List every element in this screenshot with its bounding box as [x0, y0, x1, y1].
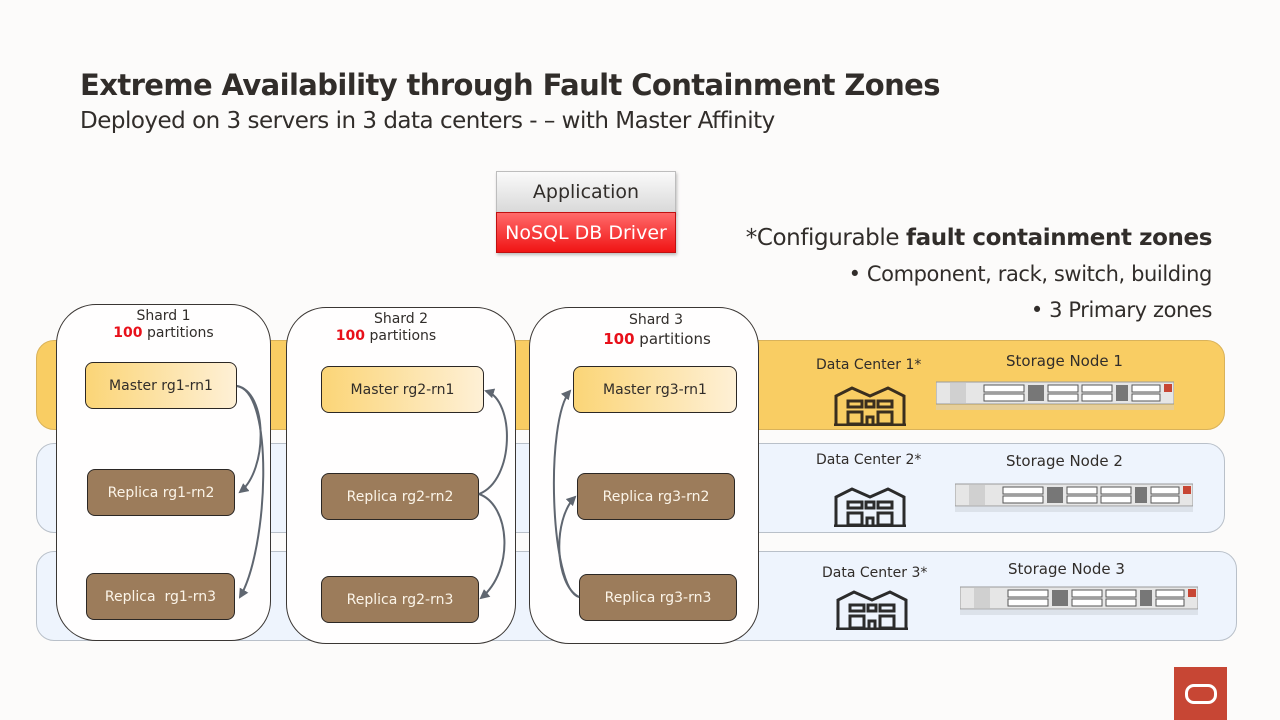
notes-bullet: • Component, rack, switch, building	[848, 262, 1213, 286]
partitions-label: partitions	[142, 325, 214, 341]
partitions-label: partitions	[365, 328, 437, 344]
data-center-building-icon	[834, 386, 906, 426]
notes-headline-bold: fault containment zones	[906, 225, 1212, 251]
slide-title: Extreme Availability through Fault Conta…	[80, 68, 941, 102]
storage-node-3-label: Storage Node 3	[1008, 560, 1125, 578]
shard-title: Shard 2	[373, 311, 429, 327]
data-center-2-label: Data Center 2*	[816, 452, 922, 468]
replica-node-rg2-rn3: Replica rg2-rn3	[321, 576, 479, 623]
data-center-building-icon	[836, 590, 908, 630]
notes-headline-prefix: *Configurable	[745, 225, 907, 251]
master-node-rg1-rn1: Master rg1-rn1	[85, 362, 237, 409]
storage-node-1-label: Storage Node 1	[1006, 352, 1123, 370]
master-node-rg2-rn1: Master rg2-rn1	[321, 366, 484, 413]
shard-partitions: 100 partitions	[556, 330, 758, 348]
replica-node-rg3-rn3: Replica rg3-rn3	[579, 574, 737, 621]
replica-node-rg2-rn2: Replica rg2-rn2	[321, 473, 479, 520]
storage-node-server-icon	[955, 483, 1193, 512]
storage-node-server-icon	[960, 586, 1198, 615]
fault-zone-notes: *Configurable fault containment zones • …	[745, 220, 1213, 328]
partitions-count: 100	[335, 328, 366, 344]
oracle-logo-icon	[1174, 667, 1227, 720]
shard-partitions: 100 partitions	[257, 328, 515, 344]
application-box: Application	[496, 171, 676, 213]
oracle-ring-icon	[1184, 683, 1217, 704]
replica-node-rg1-rn2: Replica rg1-rn2	[87, 469, 235, 516]
partitions-count: 100	[603, 330, 635, 348]
replica-node-rg3-rn2: Replica rg3-rn2	[577, 473, 735, 520]
storage-node-2-label: Storage Node 2	[1006, 452, 1123, 470]
shard-partitions: 100 partitions	[57, 325, 270, 341]
slide-subtitle: Deployed on 3 servers in 3 data centers …	[80, 108, 775, 134]
notes-bullet: • 3 Primary zones	[1030, 298, 1213, 322]
data-center-3-label: Data Center 3*	[822, 565, 928, 581]
partitions-label: partitions	[634, 330, 711, 348]
partitions-count: 100	[113, 325, 143, 341]
notes-headline: *Configurable fault containment zones	[745, 220, 1213, 256]
master-node-rg3-rn1: Master rg3-rn1	[573, 366, 737, 413]
storage-node-server-icon	[936, 381, 1174, 410]
shard-title: Shard 1	[136, 308, 191, 324]
nosql-driver-box: NoSQL DB Driver	[496, 212, 676, 253]
replica-node-rg1-rn3: Replica rg1-rn3	[86, 573, 235, 620]
data-center-building-icon	[834, 487, 906, 527]
data-center-1-label: Data Center 1*	[816, 357, 922, 373]
shard-title: Shard 3	[628, 312, 684, 328]
